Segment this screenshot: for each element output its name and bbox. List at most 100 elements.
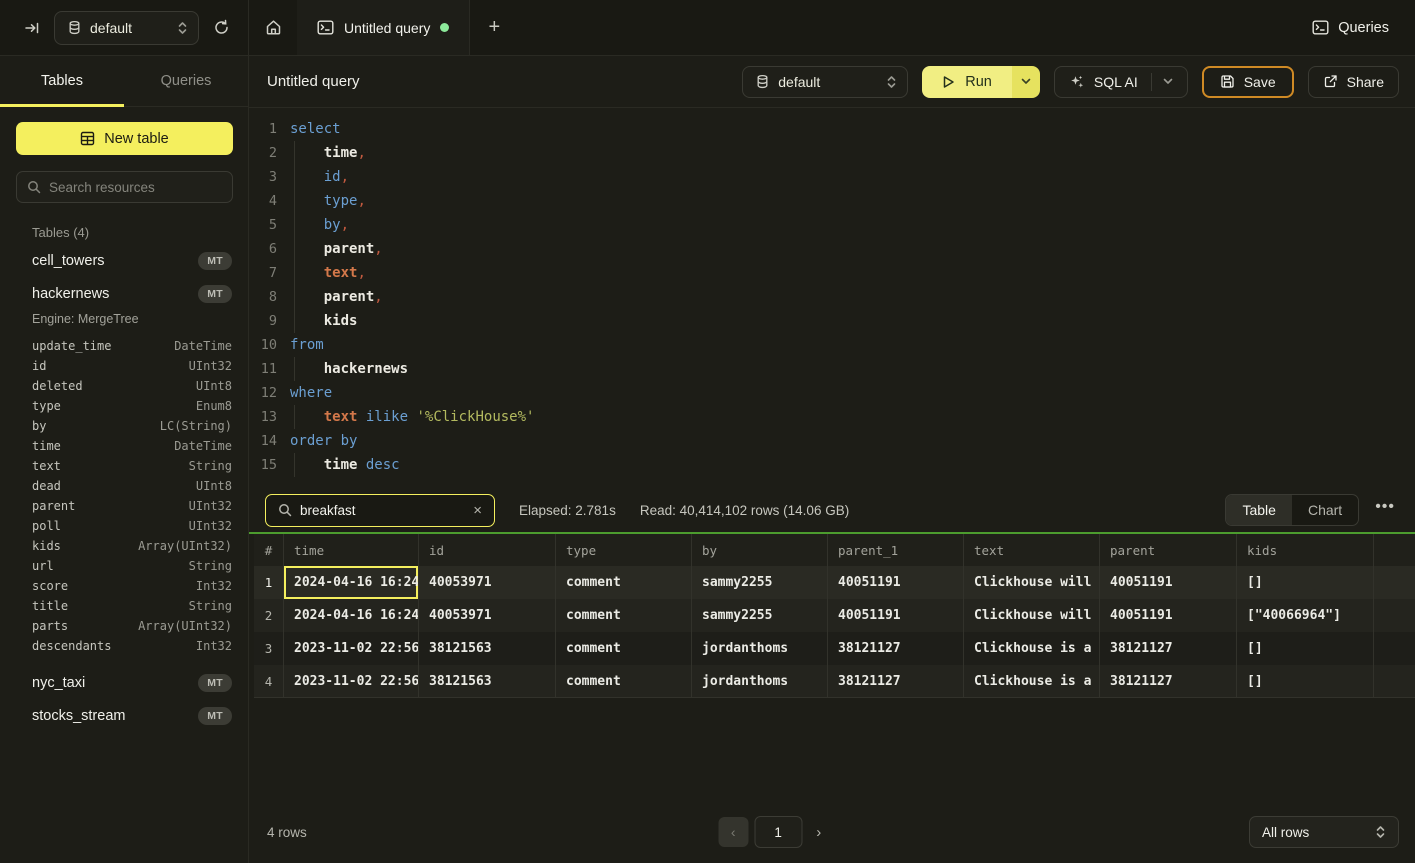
save-button[interactable]: Save [1202, 66, 1294, 98]
previous-page-button[interactable]: ‹ [718, 817, 748, 847]
mergetree-badge: MT [198, 674, 232, 692]
column-row: textString [32, 456, 232, 476]
run-options-button[interactable] [1012, 66, 1040, 98]
code-line: 11 hackernews [249, 357, 1415, 381]
table-cell[interactable]: Clickhouse is a … [964, 665, 1100, 697]
database-selector[interactable]: default [54, 11, 199, 45]
table-cell[interactable]: jordanthoms [692, 665, 828, 697]
column-type: Array(UInt32) [138, 539, 232, 553]
table-cell[interactable]: 38121563 [419, 632, 556, 665]
table-name: stocks_stream [32, 708, 198, 724]
page-number-input[interactable]: 1 [754, 816, 802, 848]
table-name: hackernews [32, 286, 198, 302]
row-number-cell[interactable]: 3 [254, 632, 284, 665]
table-cell[interactable]: 38121127 [828, 632, 964, 665]
table-row[interactable]: 42023-11-02 22:56…38121563commentjordant… [254, 665, 1415, 698]
table-cell[interactable]: jordanthoms [692, 632, 828, 665]
column-header-time[interactable]: time [284, 534, 419, 566]
unsaved-changes-dot [440, 23, 449, 32]
table-cell[interactable]: 2024-04-16 16:24… [284, 566, 419, 599]
clear-search-icon[interactable]: × [473, 503, 482, 518]
sql-editor[interactable]: 1select2 time,3 id,4 type,5 by,6 parent,… [249, 108, 1415, 488]
column-header-by[interactable]: by [692, 534, 828, 566]
table-cell[interactable]: sammy2255 [692, 566, 828, 599]
view-toggle-chart[interactable]: Chart [1292, 495, 1358, 525]
column-header-parent_1[interactable]: parent_1 [828, 534, 964, 566]
indent-guide [294, 453, 295, 477]
column-header-kids[interactable]: kids [1237, 534, 1374, 566]
table-cell[interactable]: [] [1237, 665, 1374, 697]
table-row[interactable]: 12024-04-16 16:24…40053971commentsammy22… [254, 566, 1415, 599]
queries-button[interactable]: Queries [1312, 20, 1389, 36]
table-icon [80, 131, 95, 146]
table-cell[interactable]: 2023-11-02 22:56… [284, 665, 419, 697]
sql-token: , [357, 193, 365, 209]
code-line: 14order by [249, 429, 1415, 453]
refresh-button[interactable] [209, 15, 234, 40]
table-cell[interactable]: [] [1237, 566, 1374, 599]
row-number-cell[interactable]: 1 [254, 566, 284, 599]
table-cell[interactable]: 40053971 [419, 566, 556, 599]
indent-guide [294, 141, 295, 165]
sql-ai-button[interactable]: SQL AI [1054, 66, 1188, 98]
table-cell[interactable]: 40051191 [828, 599, 964, 632]
table-cell[interactable]: 40053971 [419, 599, 556, 632]
table-cell[interactable]: 38121127 [828, 665, 964, 697]
table-row[interactable]: 32023-11-02 22:56…38121563commentjordant… [254, 632, 1415, 665]
table-cell[interactable]: [] [1237, 632, 1374, 665]
table-cell[interactable]: 38121563 [419, 665, 556, 697]
collapse-sidebar-button[interactable] [20, 16, 44, 40]
table-cell[interactable]: 2023-11-02 22:56… [284, 632, 419, 665]
run-button[interactable]: Run [922, 66, 1012, 98]
table-cell[interactable]: 40051191 [1100, 566, 1237, 599]
table-cell[interactable]: 40051191 [1100, 599, 1237, 632]
column-header-type[interactable]: type [556, 534, 692, 566]
table-cell[interactable]: comment [556, 599, 692, 632]
results-search-input[interactable] [300, 503, 465, 518]
sidebar-table-hackernews[interactable]: hackernewsMT [0, 277, 248, 310]
column-name: parts [32, 619, 138, 633]
tab-untitled-query[interactable]: Untitled query [297, 0, 470, 55]
chevron-down-icon[interactable] [1163, 78, 1173, 85]
next-page-button[interactable]: › [808, 818, 829, 847]
table-cell[interactable]: sammy2255 [692, 599, 828, 632]
sidebar-tab-queries[interactable]: Queries [124, 56, 248, 106]
column-type: String [189, 599, 232, 613]
sidebar-search-input[interactable] [49, 180, 222, 195]
table-cell[interactable]: Clickhouse is a … [964, 632, 1100, 665]
code-line: 2 time, [249, 141, 1415, 165]
sql-token: parent [324, 241, 375, 257]
code-text: time, [290, 141, 366, 165]
new-table-button[interactable]: New table [16, 122, 233, 155]
table-cell[interactable]: Clickhouse will … [964, 599, 1100, 632]
column-header-rownum[interactable]: # [254, 534, 284, 566]
page-size-value: All rows [1262, 825, 1375, 840]
table-row[interactable]: 22024-04-16 16:24…40053971commentsammy22… [254, 599, 1415, 632]
table-cell[interactable]: comment [556, 632, 692, 665]
table-cell[interactable]: comment [556, 566, 692, 599]
table-cell[interactable]: comment [556, 665, 692, 697]
column-header-parent[interactable]: parent [1100, 534, 1237, 566]
table-cell[interactable]: ["40066964"] [1237, 599, 1374, 632]
sidebar-table-nyc_taxi[interactable]: nyc_taxiMT [0, 666, 248, 699]
sidebar-table-stocks_stream[interactable]: stocks_streamMT [0, 699, 248, 732]
row-number-cell[interactable]: 4 [254, 665, 284, 697]
home-tab[interactable] [249, 0, 297, 55]
table-cell[interactable]: 38121127 [1100, 632, 1237, 665]
table-cell[interactable]: 2024-04-16 16:24… [284, 599, 419, 632]
query-database-selector[interactable]: default [742, 66, 908, 98]
page-size-select[interactable]: All rows [1249, 816, 1399, 848]
column-header-id[interactable]: id [419, 534, 556, 566]
view-toggle-table[interactable]: Table [1226, 495, 1291, 525]
table-cell[interactable]: Clickhouse will … [964, 566, 1100, 599]
table-cell[interactable]: 40051191 [828, 566, 964, 599]
more-options-icon[interactable]: ••• [1371, 498, 1399, 522]
table-cell[interactable]: 38121127 [1100, 665, 1237, 697]
row-number-cell[interactable]: 2 [254, 599, 284, 632]
new-tab-button[interactable]: + [470, 0, 518, 55]
column-header-text[interactable]: text [964, 534, 1100, 566]
share-button[interactable]: Share [1308, 66, 1399, 98]
sidebar-tab-tables[interactable]: Tables [0, 56, 124, 106]
column-name: title [32, 599, 189, 613]
sidebar-table-cell_towers[interactable]: cell_towersMT [0, 244, 248, 277]
